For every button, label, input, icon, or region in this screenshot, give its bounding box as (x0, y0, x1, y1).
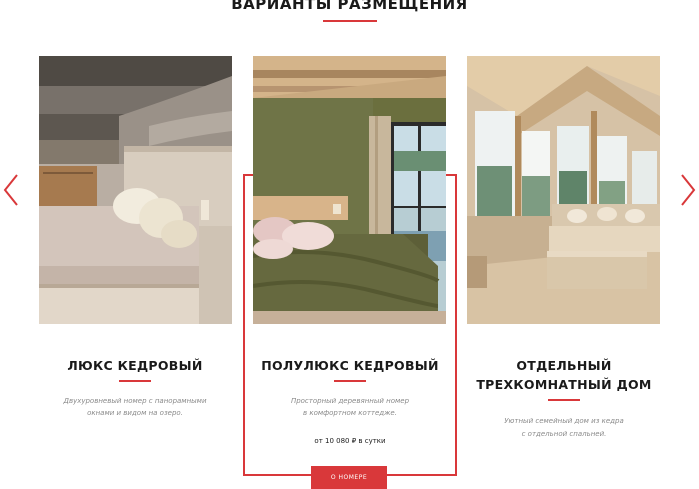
card-2-underline (334, 380, 366, 382)
card-1-desc-line2: окнами и видом на озеро. (87, 409, 183, 417)
section-title: ВАРИАНТЫ РАЗМЕЩЕНИЯ (231, 0, 468, 13)
title-underline (323, 20, 377, 22)
card-1-underline (119, 380, 151, 382)
card-3-photo[interactable] (467, 56, 660, 324)
card-3-desc-line2: с отдельной спальней. (521, 430, 607, 438)
card-2-desc-line2: в комфортном коттедже. (303, 409, 397, 417)
frame-bottom-right (387, 474, 457, 476)
card-3-desc-line1: Уютный семейный дом из кедра (504, 417, 624, 425)
card-2-details-button[interactable]: О НОМЕРЕ (311, 466, 387, 489)
chevron-left-icon[interactable] (3, 173, 19, 207)
card-2-photo[interactable] (253, 56, 446, 324)
frame-bottom-left (243, 474, 311, 476)
chevron-right-icon[interactable] (680, 173, 696, 207)
card-2-title: ПОЛУЛЮКС КЕДРОВЫЙ (261, 358, 439, 373)
card-3-title-line1: ОТДЕЛЬНЫЙ (516, 358, 612, 373)
card-2-price: от 10 080 ₽ в сутки (314, 437, 386, 445)
card-1-title: ЛЮКС КЕДРОВЫЙ (67, 358, 203, 373)
card-3-title-line2: ТРЕХКОМНАТНЫЙ ДОМ (476, 377, 652, 392)
card-1-photo[interactable] (39, 56, 232, 324)
card-3-underline (548, 399, 580, 401)
